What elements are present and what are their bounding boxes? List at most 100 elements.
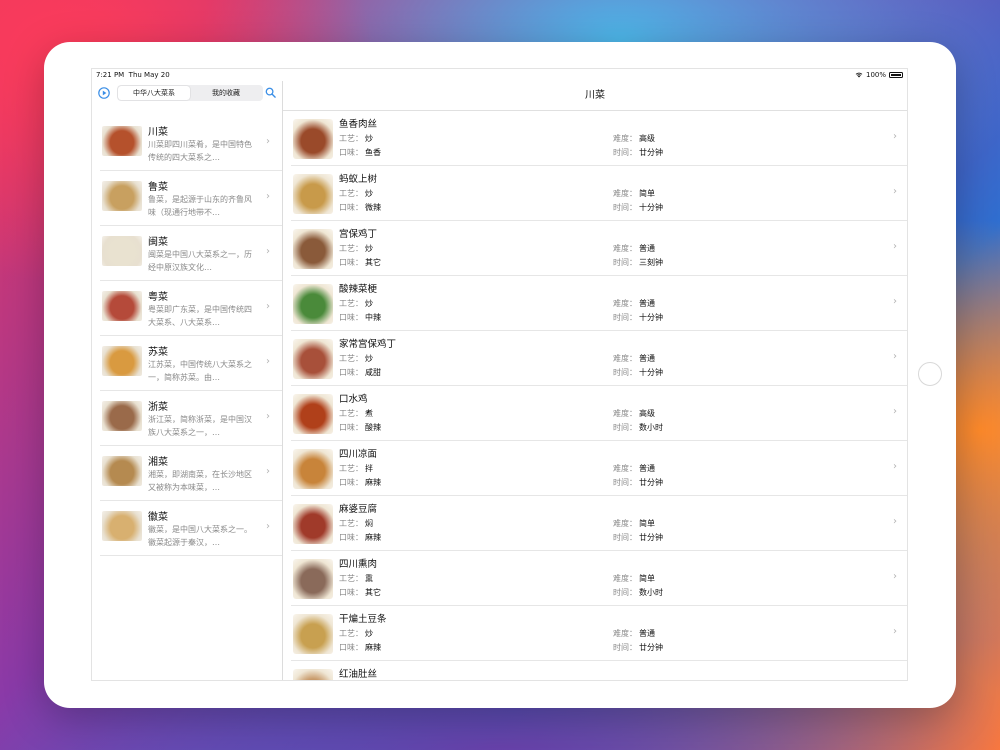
craft-value: 熏 bbox=[365, 574, 373, 583]
sidebar-toolbar: 中华八大菜系 我的收藏 bbox=[92, 81, 282, 107]
category-title: 徽菜 bbox=[148, 512, 168, 523]
dish-taste: 口味： 鱼香 bbox=[339, 147, 381, 158]
difficulty-value: 普通 bbox=[639, 244, 655, 253]
category-description: 江苏菜，中国传统八大菜系之一，简称苏菜。由… bbox=[148, 360, 252, 382]
difficulty-label: 难度： bbox=[613, 409, 637, 418]
category-item[interactable]: 苏菜 江苏菜，中国传统八大菜系之一，简称苏菜。由… › bbox=[100, 336, 282, 391]
category-item[interactable]: 浙菜 浙江菜，简称浙菜，是中国汉族八大菜系之一，… › bbox=[100, 391, 282, 446]
dish-time: 时间： 数小时 bbox=[613, 422, 663, 433]
taste-label: 口味： bbox=[339, 423, 363, 432]
craft-value: 炒 bbox=[365, 629, 373, 638]
dish-row[interactable]: 麻婆豆腐 工艺：焖口味： 麻辣 难度： 简单 时间： 廿分钟 › bbox=[291, 496, 907, 551]
dish-time: 时间： 十分钟 bbox=[613, 202, 663, 213]
chevron-right-icon: › bbox=[266, 356, 270, 367]
dish-name: 宫保鸡丁 bbox=[339, 229, 378, 240]
category-title: 闽菜 bbox=[148, 237, 168, 248]
page-title: 川菜 bbox=[283, 81, 907, 111]
dish-row[interactable]: 干煸土豆条 工艺：炒口味： 麻辣 难度： 普通 时间： 廿分钟 › bbox=[291, 606, 907, 661]
craft-label: 工艺： bbox=[339, 519, 363, 528]
time-label: 时间： bbox=[613, 643, 637, 652]
chevron-right-icon: › bbox=[893, 626, 897, 637]
dish-row[interactable]: 口水鸡 工艺：煮口味： 酸辣 难度： 高级 时间： 数小时 › bbox=[291, 386, 907, 441]
category-title: 川菜 bbox=[148, 127, 168, 138]
dish-row[interactable]: 宫保鸡丁 工艺：炒口味： 其它 难度： 普通 时间： 三刻钟 › bbox=[291, 221, 907, 276]
chevron-right-icon: › bbox=[266, 246, 270, 257]
dish-craft: 工艺：炒 bbox=[339, 353, 373, 364]
difficulty-label: 难度： bbox=[613, 134, 637, 143]
status-clock: 7:21 PM bbox=[96, 71, 125, 79]
segment-cuisines[interactable]: 中华八大菜系 bbox=[118, 86, 190, 100]
dish-craft: 工艺：熏 bbox=[339, 573, 373, 584]
time-value: 廿分钟 bbox=[639, 643, 663, 652]
dish-list: 鱼香肉丝 工艺：炒口味： 鱼香 难度： 高级 时间： 廿分钟 › 蚂蚁上树 工艺：炒口味： 微辣 难度… bbox=[283, 111, 907, 680]
dish-name: 蚂蚁上树 bbox=[339, 174, 378, 185]
dish-row[interactable]: 蚂蚁上树 工艺：炒口味： 微辣 难度： 简单 时间： 十分钟 › bbox=[291, 166, 907, 221]
segment-favorites[interactable]: 我的收藏 bbox=[190, 86, 262, 100]
difficulty-label: 难度： bbox=[613, 189, 637, 198]
craft-value: 炒 bbox=[365, 189, 373, 198]
dish-taste: 口味： 其它 bbox=[339, 587, 381, 598]
dish-time: 时间： 数小时 bbox=[613, 587, 663, 598]
taste-label: 口味： bbox=[339, 368, 363, 377]
craft-label: 工艺： bbox=[339, 629, 363, 638]
difficulty-value: 简单 bbox=[639, 574, 655, 583]
chevron-right-icon: › bbox=[266, 466, 270, 477]
dish-row[interactable]: 鱼香肉丝 工艺：炒口味： 鱼香 难度： 高级 时间： 廿分钟 › bbox=[291, 111, 907, 166]
chevron-right-icon: › bbox=[893, 406, 897, 417]
taste-value: 酸辣 bbox=[365, 423, 381, 432]
taste-label: 口味： bbox=[339, 643, 363, 652]
difficulty-label: 难度： bbox=[613, 464, 637, 473]
dish-taste: 口味： 其它 bbox=[339, 257, 381, 268]
dish-time: 时间： 廿分钟 bbox=[613, 532, 663, 543]
dish-thumbnail bbox=[293, 174, 333, 214]
time-value: 廿分钟 bbox=[639, 148, 663, 157]
dish-craft: 工艺：煮 bbox=[339, 408, 373, 419]
dish-name: 红油肚丝 bbox=[339, 669, 378, 680]
difficulty-value: 普通 bbox=[639, 629, 655, 638]
difficulty-value: 简单 bbox=[639, 189, 655, 198]
play-circle-icon[interactable] bbox=[98, 87, 110, 99]
craft-value: 煮 bbox=[365, 409, 373, 418]
time-value: 三刻钟 bbox=[639, 258, 663, 267]
category-item[interactable]: 徽菜 徽菜，是中国八大菜系之一。徽菜起源于秦汉，… › bbox=[100, 501, 282, 556]
time-label: 时间： bbox=[613, 478, 637, 487]
category-title: 湘菜 bbox=[148, 457, 168, 468]
dish-taste: 口味： 麻辣 bbox=[339, 532, 381, 543]
craft-label: 工艺： bbox=[339, 354, 363, 363]
category-item[interactable]: 川菜 川菜即四川菜肴，是中国特色传统的四大菜系之… › bbox=[100, 116, 282, 171]
dish-name: 家常宫保鸡丁 bbox=[339, 339, 397, 350]
dish-row[interactable]: 家常宫保鸡丁 工艺：炒口味： 咸甜 难度： 普通 时间： 十分钟 › bbox=[291, 331, 907, 386]
category-description: 湘菜，即湖南菜，在长沙地区又被称为本味菜，… bbox=[148, 470, 252, 492]
time-value: 数小时 bbox=[639, 588, 663, 597]
taste-value: 鱼香 bbox=[365, 148, 381, 157]
dish-craft: 工艺：炒 bbox=[339, 188, 373, 199]
dish-taste: 口味： 中辣 bbox=[339, 312, 381, 323]
detail-pane: 川菜 鱼香肉丝 工艺：炒口味： 鱼香 难度： 高级 时间： 廿分钟 › 蚂蚁上树 工艺：炒口味：微… bbox=[283, 81, 907, 680]
craft-label: 工艺： bbox=[339, 134, 363, 143]
dish-difficulty: 难度： 简单 bbox=[613, 518, 655, 529]
dish-craft: 工艺：拌 bbox=[339, 463, 373, 474]
taste-label: 口味： bbox=[339, 588, 363, 597]
category-item[interactable]: 湘菜湘菜，即湖南菜，在长沙地区又被称为本味菜，… › bbox=[100, 446, 282, 501]
craft-value: 焖 bbox=[365, 519, 373, 528]
dish-taste: 口味： 酸辣 bbox=[339, 422, 381, 433]
category-item[interactable]: 鲁菜 鲁菜，是起源于山东的齐鲁风味（现通行地带不… › bbox=[100, 171, 282, 226]
category-thumbnail bbox=[102, 401, 142, 431]
dish-name: 酸辣菜梗 bbox=[339, 284, 378, 295]
time-label: 时间： bbox=[613, 368, 637, 377]
search-icon[interactable] bbox=[265, 87, 276, 98]
taste-value: 麻辣 bbox=[365, 533, 381, 542]
dish-difficulty: 难度： 高级 bbox=[613, 408, 655, 419]
dish-row[interactable]: 酸辣菜梗 工艺：炒口味： 中辣 难度： 普通 时间： 十分钟 › bbox=[291, 276, 907, 331]
category-item[interactable]: 闽菜 闽菜是中国八大菜系之一，历经中原汉族文化… › bbox=[100, 226, 282, 281]
category-title: 粤菜 bbox=[148, 292, 168, 303]
dish-row[interactable]: 红油肚丝 bbox=[291, 661, 907, 680]
dish-row[interactable]: 四川凉面 工艺：拌口味： 麻辣 难度： 普通 时间： 廿分钟 › bbox=[291, 441, 907, 496]
dish-row[interactable]: 四川熏肉 工艺：熏口味： 其它 难度： 简单 时间： 数小时 › bbox=[291, 551, 907, 606]
dish-difficulty: 难度： 简单 bbox=[613, 188, 655, 199]
category-item[interactable]: 粤菜 粤菜即广东菜，是中国传统四大菜系、八大菜系… › bbox=[100, 281, 282, 336]
category-description: 鲁菜，是起源于山东的齐鲁风味（现通行地带不… bbox=[148, 195, 252, 217]
dish-time: 时间： 廿分钟 bbox=[613, 147, 663, 158]
home-button[interactable] bbox=[918, 362, 942, 386]
craft-label: 工艺： bbox=[339, 409, 363, 418]
